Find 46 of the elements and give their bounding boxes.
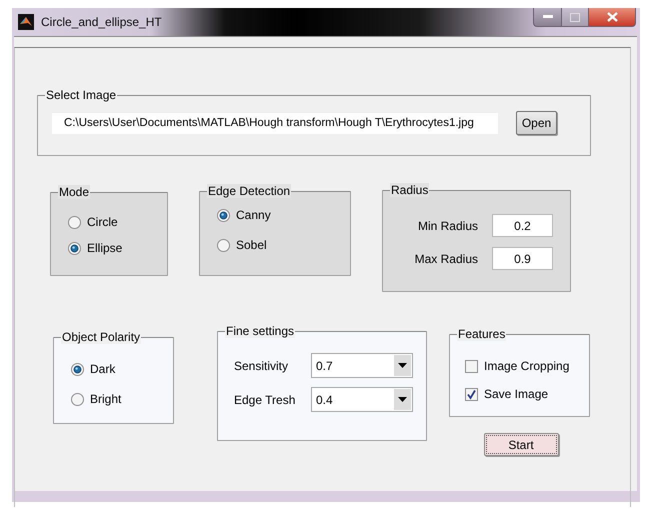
minimize-button[interactable] bbox=[533, 8, 562, 27]
dropdown[interactable]: 0.7 bbox=[311, 353, 413, 378]
dropdown[interactable]: 0.4 bbox=[311, 387, 413, 412]
dropdown-value: 0.7 bbox=[315, 358, 334, 372]
window-title: Circle_and_ellipse_HT bbox=[41, 15, 162, 29]
dropdown-value: 0.4 bbox=[315, 392, 334, 406]
maximize-button[interactable] bbox=[562, 8, 589, 27]
panel-title: Features bbox=[457, 327, 506, 341]
checkbox-label: Save Image bbox=[484, 387, 548, 401]
checkbox[interactable] bbox=[465, 360, 478, 372]
field-label: Edge Tresh bbox=[234, 392, 296, 406]
checkbox[interactable] bbox=[465, 388, 478, 400]
number-field[interactable]: 0.9 bbox=[492, 247, 553, 270]
panel-title: Edge Detection bbox=[207, 184, 292, 198]
panel-title: Radius bbox=[390, 183, 430, 197]
panel-title: Mode bbox=[58, 185, 90, 199]
panel-title: Fine settings bbox=[225, 324, 296, 338]
maximize-icon bbox=[570, 12, 580, 22]
field-label: Min Radius bbox=[416, 218, 478, 232]
panel-title: Object Polarity bbox=[61, 330, 142, 344]
minimize-icon bbox=[542, 15, 552, 19]
radio-label: Ellipse bbox=[87, 241, 122, 255]
radio-button[interactable] bbox=[217, 208, 230, 222]
radio-button[interactable] bbox=[71, 392, 84, 406]
open-button[interactable]: Open bbox=[516, 111, 557, 135]
path-field[interactable]: C:\Users\User\Documents\MATLAB\Hough transform\Hough T\Erythrocytes1.jpg bbox=[52, 112, 498, 134]
radio-label: Circle bbox=[87, 215, 118, 229]
radio-label: Bright bbox=[90, 392, 122, 406]
close-icon bbox=[606, 12, 618, 22]
radio-button[interactable] bbox=[71, 362, 84, 376]
app-icon bbox=[18, 14, 34, 30]
field-label: Sensitivity bbox=[234, 358, 290, 372]
dropdown-arrow-icon bbox=[398, 363, 407, 368]
close-button[interactable] bbox=[589, 8, 636, 27]
radio-label: Sobel bbox=[236, 238, 267, 252]
radio-button[interactable] bbox=[217, 238, 230, 252]
dropdown-arrow-icon bbox=[398, 397, 407, 402]
radio-label: Canny bbox=[236, 208, 271, 222]
radio-button[interactable] bbox=[68, 216, 81, 228]
panel-title: Select Image bbox=[45, 88, 118, 102]
checkbox-label: Image Cropping bbox=[484, 359, 570, 373]
start-button[interactable]: Start bbox=[484, 433, 558, 456]
radio-label: Dark bbox=[90, 362, 116, 376]
number-field[interactable]: 0.2 bbox=[492, 214, 553, 237]
radio-button[interactable] bbox=[68, 242, 81, 254]
field-label: Max Radius bbox=[414, 252, 478, 266]
